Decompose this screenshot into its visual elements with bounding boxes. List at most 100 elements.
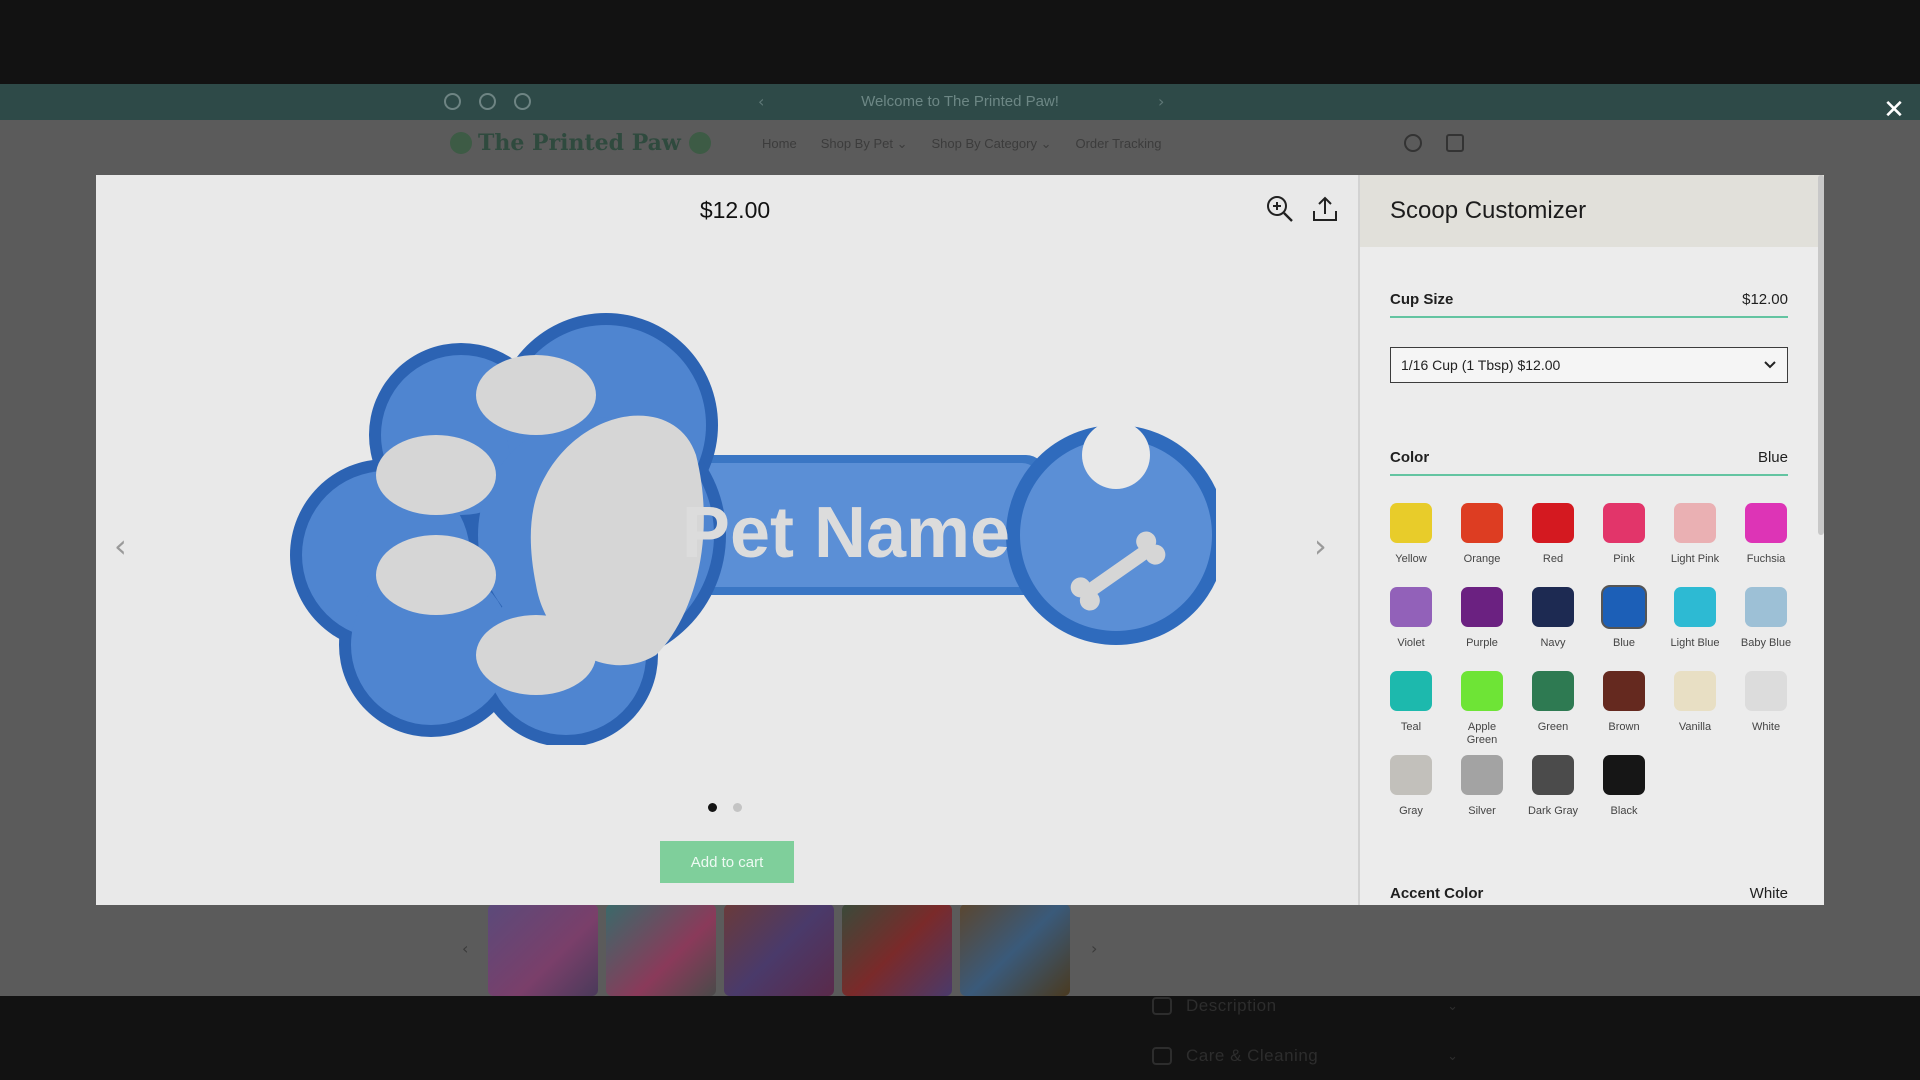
close-modal-button[interactable]: ✕ [1880,96,1908,124]
scoop-customizer-panel: Scoop Customizer Cup Size $12.00 1/16 Cu… [1358,175,1824,905]
cup-size-selected-value: 1/16 Cup (1 Tbsp) $12.00 [1401,357,1561,373]
zoom-in-icon [1267,196,1293,222]
customizer-title: Scoop Customizer [1360,175,1824,247]
color-swatch-light-pink[interactable]: Light Pink [1671,503,1719,579]
swatch-chip [1745,503,1787,543]
color-swatch-pink[interactable]: Pink [1603,503,1645,579]
share-button[interactable] [1309,193,1341,225]
color-label: Color [1390,449,1430,466]
description-accordion[interactable]: Description ⌄ [1152,996,1458,1016]
swatch-chip [1390,671,1432,711]
nav-item-shop-by-category[interactable]: Shop By Category ⌄ [931,136,1051,152]
swatch-chip [1390,587,1432,627]
swatch-chip [1674,503,1716,543]
color-swatch-violet[interactable]: Violet [1390,587,1432,663]
swatch-chip [1603,587,1645,627]
swatch-label: Dark Gray [1527,805,1579,817]
swatch-chip [1390,755,1432,795]
swatch-label: Light Pink [1670,553,1720,565]
color-swatch-gray[interactable]: Gray [1390,755,1432,831]
swatch-label: Violet [1397,637,1425,649]
swatch-chip [1532,503,1574,543]
announcement-bar: ‹ Welcome to The Printed Paw! › [0,84,1920,120]
swatch-label: White [1751,721,1781,733]
product-thumbnail[interactable] [960,904,1070,996]
swatch-chip [1461,503,1503,543]
color-swatch-blue[interactable]: Blue [1603,587,1645,663]
gallery-next-button[interactable]: › [1314,527,1327,565]
slide-dots [708,803,742,812]
search-icon[interactable] [1404,134,1422,152]
nav-item-order-tracking[interactable]: Order Tracking [1075,136,1161,152]
color-swatch-vanilla[interactable]: Vanilla [1674,671,1716,747]
care-cleaning-accordion[interactable]: Care & Cleaning ⌄ [1152,1046,1458,1066]
add-to-cart-button[interactable]: Add to cart [660,841,794,883]
slide-dot[interactable] [708,803,717,812]
swatch-label: Navy [1540,637,1566,649]
swatch-chip [1532,671,1574,711]
header-icons [1404,134,1464,152]
color-swatch-dark-gray[interactable]: Dark Gray [1528,755,1578,831]
color-swatch-white[interactable]: White [1745,671,1787,747]
cup-size-select[interactable]: 1/16 Cup (1 Tbsp) $12.00 [1390,347,1788,383]
swatch-label: Teal [1400,721,1422,733]
swatch-label: Purple [1466,637,1498,649]
product-thumbnail[interactable] [724,904,834,996]
thumbnail-prev-button[interactable]: ‹ [462,939,468,958]
swatch-label: Pink [1613,553,1635,565]
nav-item-shop-by-pet[interactable]: Shop By Pet ⌄ [821,136,908,152]
product-customizer-modal: $12.00 ‹ › Pet Name Add to cart Scoop Cu… [96,175,1824,905]
gallery-prev-button[interactable]: ‹ [114,527,127,565]
cup-size-header: Cup Size $12.00 [1390,291,1788,318]
announcement-text: Welcome to The Printed Paw! [861,93,1059,110]
color-swatch-baby-blue[interactable]: Baby Blue [1741,587,1791,663]
site-header: The Printed Paw Home Shop By Pet ⌄ Shop … [0,120,1920,176]
panel-scrollbar[interactable] [1818,175,1824,535]
slide-dot[interactable] [733,803,742,812]
accordion-label: Description [1186,996,1277,1015]
nav-item-home[interactable]: Home [762,136,797,152]
color-swatch-orange[interactable]: Orange [1461,503,1503,579]
swatch-label: Light Blue [1670,637,1720,649]
product-thumbnail[interactable] [842,904,952,996]
color-swatch-purple[interactable]: Purple [1461,587,1503,663]
color-swatch-black[interactable]: Black [1603,755,1645,831]
thumbnail-next-button[interactable]: › [1091,939,1097,958]
color-swatch-green[interactable]: Green [1532,671,1574,747]
swatch-chip [1674,671,1716,711]
paw-icon [1152,997,1172,1015]
page: ‹ Welcome to The Printed Paw! › The Prin… [0,0,1920,1080]
product-thumbnail[interactable] [488,904,598,996]
color-swatch-teal[interactable]: Teal [1390,671,1432,747]
chevron-down-icon: ⌄ [1447,1048,1458,1063]
color-swatch-silver[interactable]: Silver [1461,755,1503,831]
accent-color-label: Accent Color [1390,885,1484,902]
cart-icon[interactable] [1446,134,1464,152]
swatch-label: Baby Blue [1740,637,1792,649]
swatch-label: Red [1542,553,1564,565]
swatch-chip [1461,587,1503,627]
color-swatch-light-blue[interactable]: Light Blue [1671,587,1719,663]
swatch-label: Orange [1463,553,1501,565]
swatch-chip [1674,587,1716,627]
color-swatch-fuchsia[interactable]: Fuchsia [1745,503,1787,579]
swatch-chip [1603,671,1645,711]
basin-icon [1152,1047,1172,1065]
color-swatch-yellow[interactable]: Yellow [1390,503,1432,579]
site-logo[interactable]: The Printed Paw [450,130,711,156]
main-nav: Home Shop By Pet ⌄ Shop By Category ⌄ Or… [762,136,1161,152]
product-thumbnail[interactable] [606,904,716,996]
thumbnail-strip [488,904,1070,996]
paw-logo-icon [450,132,472,154]
color-swatch-brown[interactable]: Brown [1603,671,1645,747]
accordion-label: Care & Cleaning [1186,1046,1319,1065]
announcement-next-button[interactable]: › [1158,92,1164,111]
cup-size-label: Cup Size [1390,291,1454,308]
product-gallery: $12.00 ‹ › Pet Name Add to cart [96,175,1358,905]
paw-logo-icon [688,132,711,154]
zoom-in-button[interactable] [1264,193,1296,225]
color-swatch-red[interactable]: Red [1532,503,1574,579]
swatch-label: Brown [1608,721,1640,733]
color-swatch-navy[interactable]: Navy [1532,587,1574,663]
color-swatch-apple-green[interactable]: Apple Green [1461,671,1503,747]
